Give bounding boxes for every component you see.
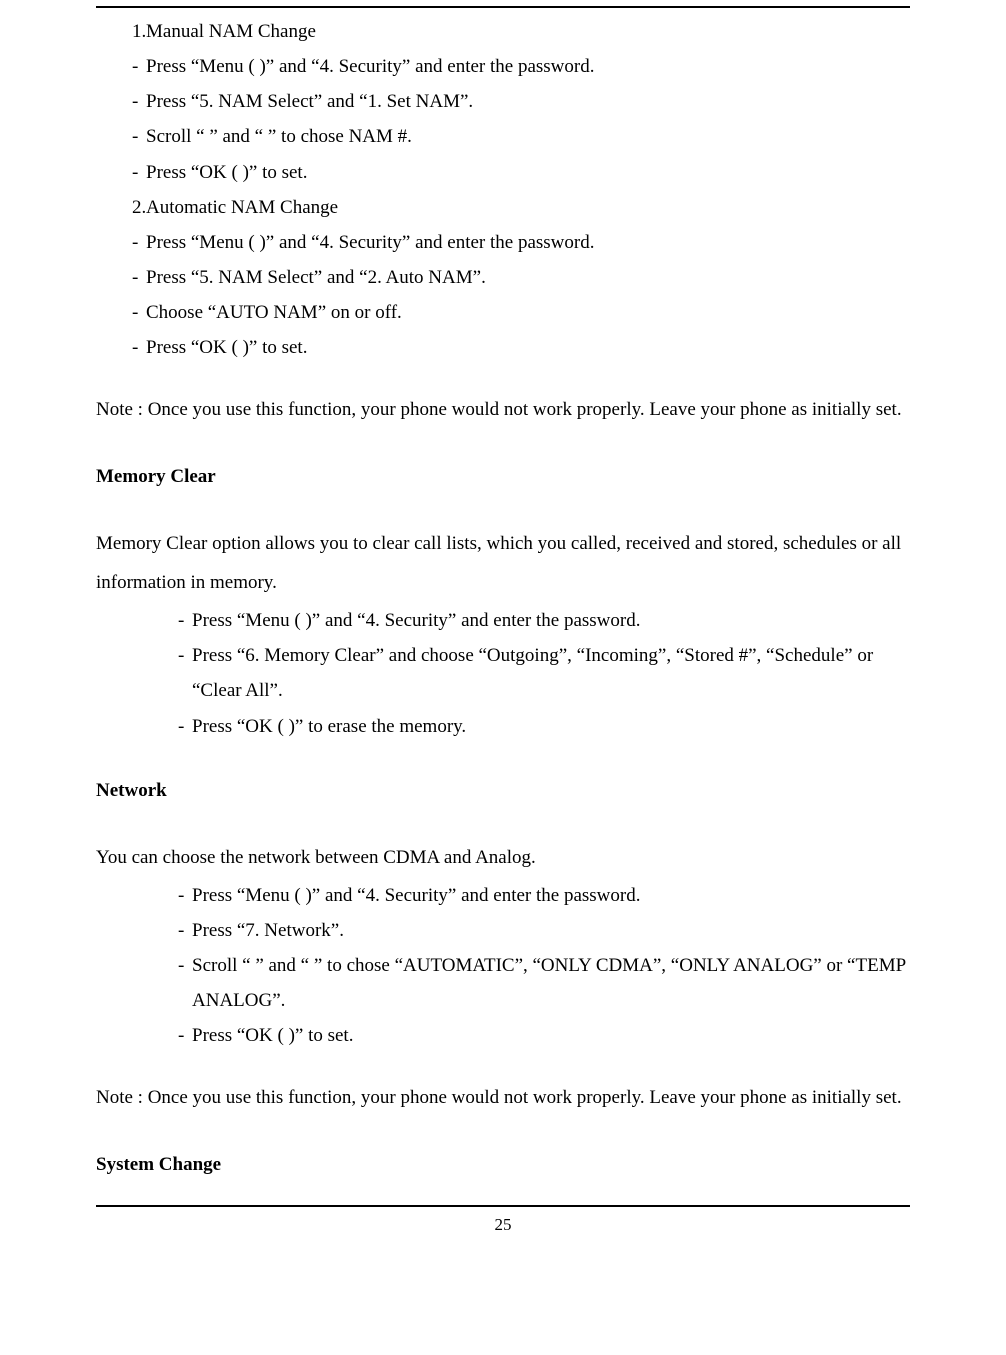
- list-item: - Press “OK ( )” to set.: [142, 1018, 910, 1053]
- dash-marker: -: [96, 84, 146, 119]
- network-note: Note : Once you use this function, your …: [96, 1079, 910, 1118]
- list-text: Automatic NAM Change: [146, 190, 910, 225]
- list-item: - Press “7. Network”.: [142, 913, 910, 948]
- list-item: - Press “OK ( )” to erase the memory.: [142, 709, 910, 744]
- dash-marker: -: [142, 603, 192, 638]
- list-item: 2. Automatic NAM Change: [96, 190, 910, 225]
- dash-marker: -: [96, 49, 146, 84]
- list-text: Press “OK ( )” to erase the memory.: [192, 709, 910, 744]
- memory-list: - Press “Menu ( )” and “4. Security” and…: [96, 603, 910, 744]
- list-text: Press “Menu ( )” and “4. Security” and e…: [192, 878, 910, 913]
- list-text: Press “6. Memory Clear” and choose “Outg…: [192, 638, 910, 708]
- memory-clear-heading: Memory Clear: [96, 458, 910, 497]
- dash-marker: -: [96, 225, 146, 260]
- dash-marker: -: [96, 295, 146, 330]
- list-item: - Press “Menu ( )” and “4. Security” and…: [96, 49, 910, 84]
- system-change-heading: System Change: [96, 1146, 910, 1185]
- list-item: - Press “Menu ( )” and “4. Security” and…: [142, 878, 910, 913]
- list-item: 1. Manual NAM Change: [96, 14, 910, 49]
- list-item: - Press “Menu ( )” and “4. Security” and…: [142, 603, 910, 638]
- list-text: Press “OK ( )” to set.: [146, 155, 910, 190]
- list-item: - Scroll “ ” and “ ” to chose “AUTOMATIC…: [142, 948, 910, 1018]
- list-item: - Press “5. NAM Select” and “2. Auto NAM…: [96, 260, 910, 295]
- dash-marker: -: [142, 709, 192, 744]
- list-text: Press “Menu ( )” and “4. Security” and e…: [146, 49, 910, 84]
- network-heading: Network: [96, 772, 910, 811]
- dash-marker: -: [142, 878, 192, 913]
- dash-marker: -: [142, 638, 192, 673]
- dash-marker: -: [142, 913, 192, 948]
- dash-marker: -: [142, 948, 192, 983]
- memory-intro: Memory Clear option allows you to clear …: [96, 525, 910, 603]
- num-marker: 1.: [96, 14, 146, 49]
- list-text: Scroll “ ” and “ ” to chose NAM #.: [146, 119, 910, 154]
- list-text: Press “5. NAM Select” and “2. Auto NAM”.: [146, 260, 910, 295]
- list-item: - Press “OK ( )” to set.: [96, 330, 910, 365]
- list-text: Press “5. NAM Select” and “1. Set NAM”.: [146, 84, 910, 119]
- list-item: - Press “5. NAM Select” and “1. Set NAM”…: [96, 84, 910, 119]
- bottom-rule: [96, 1205, 910, 1207]
- list-text: Press “7. Network”.: [192, 913, 910, 948]
- network-list: - Press “Menu ( )” and “4. Security” and…: [96, 878, 910, 1054]
- list-text: Scroll “ ” and “ ” to chose “AUTOMATIC”,…: [192, 948, 910, 1018]
- list-text: Press “OK ( )” to set.: [146, 330, 910, 365]
- dash-marker: -: [142, 1018, 192, 1053]
- list-item: - Press “Menu ( )” and “4. Security” and…: [96, 225, 910, 260]
- nam-note: Note : Once you use this function, your …: [96, 391, 910, 430]
- list-item: - Press “6. Memory Clear” and choose “Ou…: [142, 638, 910, 708]
- network-intro: You can choose the network between CDMA …: [96, 839, 910, 878]
- nam-list: 1. Manual NAM Change - Press “Menu ( )” …: [96, 14, 910, 365]
- list-item: - Choose “AUTO NAM” on or off.: [96, 295, 910, 330]
- list-text: Press “Menu ( )” and “4. Security” and e…: [146, 225, 910, 260]
- list-text: Choose “AUTO NAM” on or off.: [146, 295, 910, 330]
- list-item: - Scroll “ ” and “ ” to chose NAM #.: [96, 119, 910, 154]
- num-marker: 2.: [96, 190, 146, 225]
- dash-marker: -: [96, 260, 146, 295]
- page-number: 25: [96, 1215, 910, 1255]
- list-text: Manual NAM Change: [146, 14, 910, 49]
- top-rule: [96, 6, 910, 8]
- list-text: Press “OK ( )” to set.: [192, 1018, 910, 1053]
- list-text: Press “Menu ( )” and “4. Security” and e…: [192, 603, 910, 638]
- list-item: - Press “OK ( )” to set.: [96, 155, 910, 190]
- dash-marker: -: [96, 155, 146, 190]
- dash-marker: -: [96, 119, 146, 154]
- dash-marker: -: [96, 330, 146, 365]
